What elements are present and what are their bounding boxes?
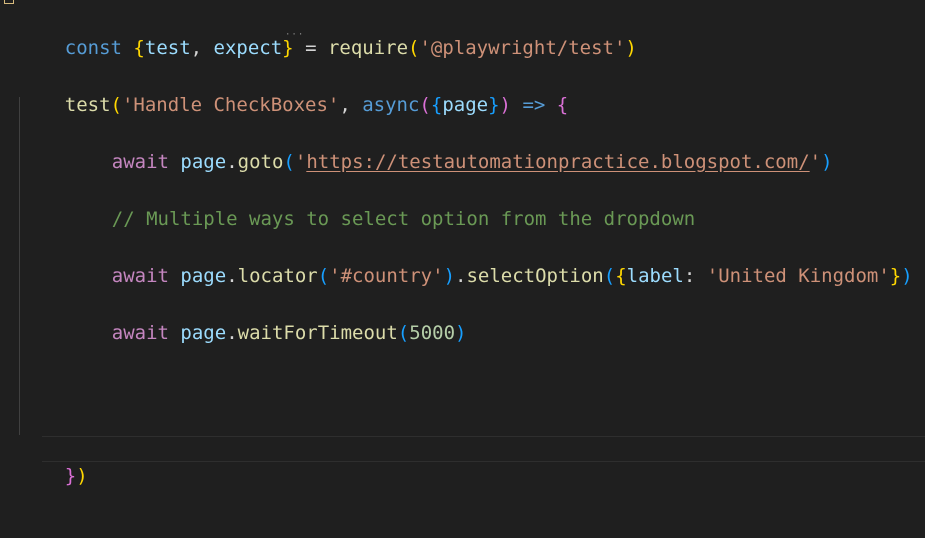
keyword-await: await — [111, 265, 169, 287]
paren: ) — [443, 265, 456, 287]
function-wait-for-timeout: waitForTimeout — [237, 322, 398, 344]
code-line-4[interactable]: // Multiple ways to select option from t… — [66, 180, 695, 230]
identifier-page: page — [180, 151, 227, 173]
code-line-6[interactable]: await page.waitForTimeout(5000) — [66, 294, 467, 344]
code-line-3[interactable]: await page.goto('https://testautomationp… — [66, 123, 833, 173]
paren: ) — [901, 265, 913, 287]
lightbulb-icon — [4, 0, 14, 4]
code-line-1[interactable]: const {test, expect} = require('@playwri… — [19, 9, 637, 59]
brace: { — [133, 37, 145, 59]
operator-assign: = — [293, 37, 328, 59]
paren: ) — [821, 151, 833, 173]
function-goto: goto — [237, 151, 284, 173]
comment: // Multiple ways to select option from t… — [111, 208, 696, 230]
keyword-await: await — [111, 322, 169, 344]
paren: ) — [76, 465, 88, 487]
brace: } — [488, 94, 500, 116]
number-literal: 5000 — [409, 322, 456, 344]
string-quote: ' — [809, 151, 822, 173]
comma: , — [339, 94, 363, 116]
paren: ) — [499, 94, 511, 116]
dot: . — [226, 151, 238, 173]
function-select-option: selectOption — [466, 265, 604, 287]
comma: , — [190, 37, 214, 59]
hint-dots: ··· — [285, 30, 305, 40]
brace: { — [615, 265, 627, 287]
property-label: label — [626, 265, 684, 287]
string-title: 'Handle CheckBoxes' — [121, 94, 340, 116]
brace: { — [556, 94, 569, 116]
top-scrolled-line — [0, 0, 925, 6]
paren: ) — [455, 322, 467, 344]
paren: ( — [603, 265, 616, 287]
function-require: require — [327, 37, 409, 59]
paren: ( — [110, 94, 122, 116]
paren: ( — [283, 151, 295, 173]
paren: ( — [397, 322, 410, 344]
colon: : — [683, 265, 707, 287]
paren: ( — [408, 37, 420, 59]
dot: . — [226, 322, 238, 344]
keyword-async: async — [362, 94, 420, 116]
brace: } — [889, 265, 902, 287]
identifier-page: page — [442, 94, 489, 116]
keyword-const: const — [64, 37, 122, 59]
string-quote: ' — [294, 151, 307, 173]
current-line-highlight — [42, 436, 925, 462]
code-line-5[interactable]: await page.locator('#country').selectOpt… — [66, 237, 913, 287]
code-line-2[interactable]: test('Handle CheckBoxes', async({page}) … — [19, 66, 568, 116]
identifier-test: test — [144, 37, 191, 59]
identifier-page: page — [180, 322, 227, 344]
indent-guide — [19, 97, 20, 435]
function-test: test — [64, 94, 111, 116]
function-locator: locator — [237, 265, 318, 287]
dot: . — [455, 265, 467, 287]
paren: ( — [419, 94, 431, 116]
brace: } — [282, 37, 294, 59]
paren: ) — [625, 37, 637, 59]
arrow-operator: => — [511, 94, 557, 116]
identifier-page: page — [180, 265, 227, 287]
paren: ( — [317, 265, 330, 287]
brace: { — [430, 94, 443, 116]
keyword-await: await — [111, 151, 169, 173]
url-link[interactable]: https://testautomationpractice.blogspot.… — [306, 151, 809, 173]
string-selector: '#country' — [329, 265, 444, 287]
code-editor[interactable]: const {test, expect} = require('@playwri… — [0, 0, 925, 538]
string-module: '@playwright/test' — [419, 37, 626, 59]
identifier-expect: expect — [213, 37, 283, 59]
brace: } — [64, 465, 77, 487]
code-line-7[interactable]: }) — [19, 437, 88, 487]
dot: . — [226, 265, 238, 287]
string-country-value: 'United Kingdom' — [706, 265, 890, 287]
